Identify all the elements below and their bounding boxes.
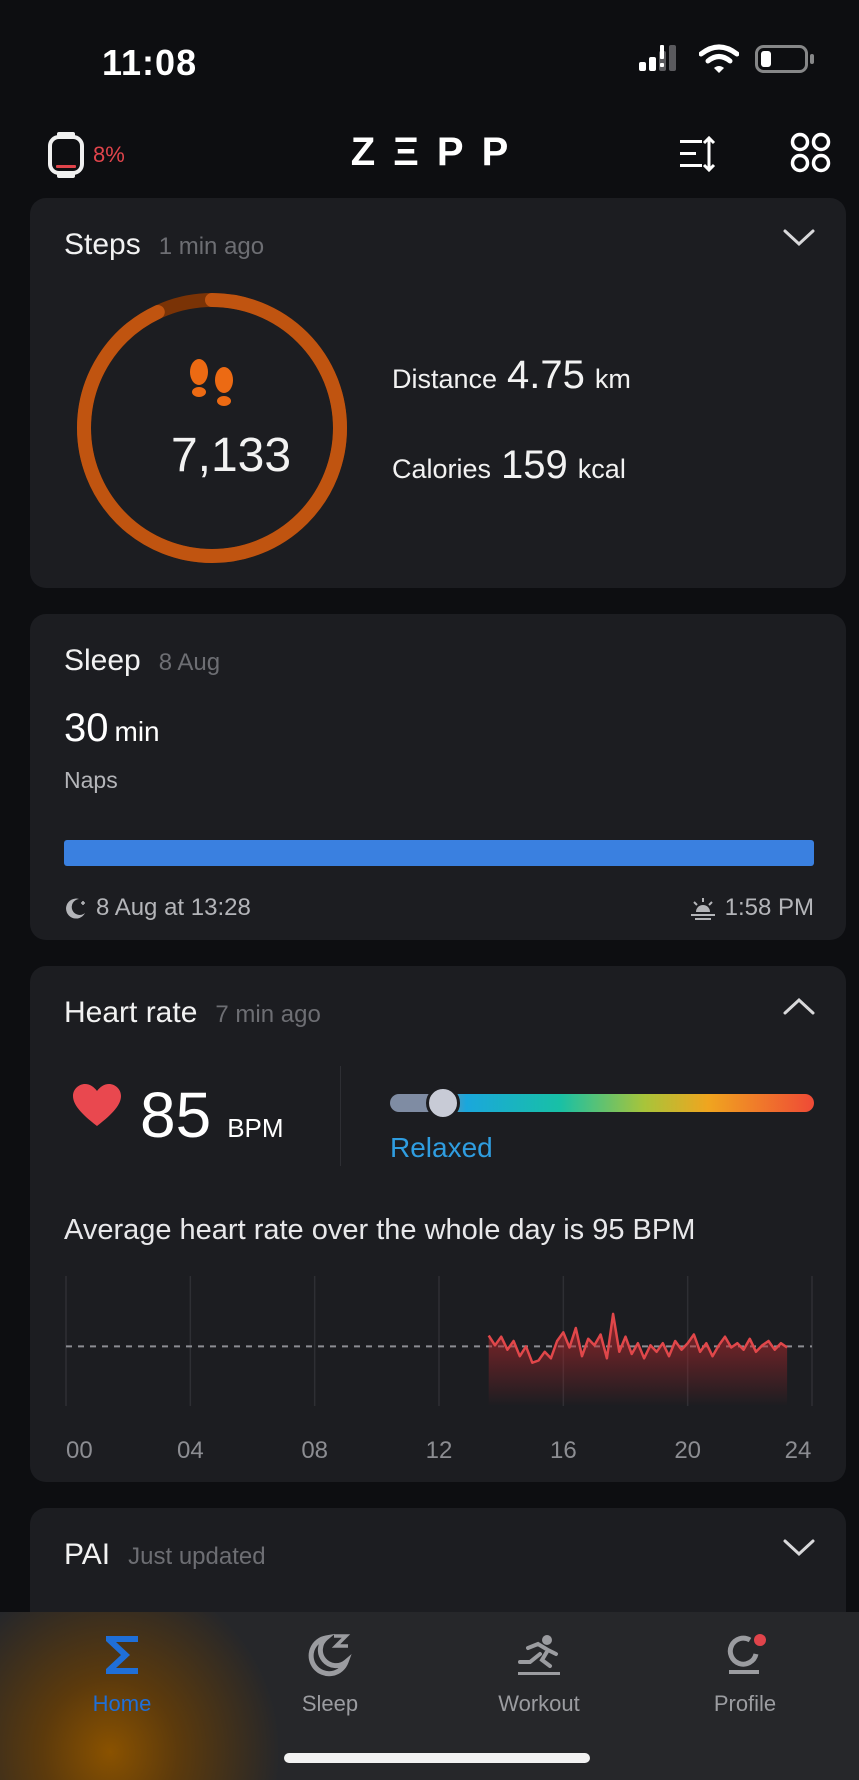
status-bar: 11:08 [0,0,859,120]
heart-rate-card[interactable]: Heart rate 7 min ago 85 BPM Relaxed Aver… [30,966,846,1482]
status-icons [639,44,815,74]
distance-unit: km [594,364,631,394]
distance-value: 4.75 [507,353,585,397]
tab-sleep[interactable]: Sleep [245,1632,415,1717]
home-sigma-icon [106,1636,138,1674]
x-axis-tick-label: 12 [426,1437,453,1464]
steps-title: Steps [64,228,141,261]
cellular-signal-icon [639,45,676,71]
heart-rate-reading: 85 BPM [140,1078,284,1152]
sleep-card-header: Sleep 8 Aug [64,644,220,678]
heart-icon [73,1084,121,1126]
app-header: 8% ZΞPP [0,120,859,200]
pai-card-header: PAI Just updated [64,1538,266,1572]
heart-rate-area [488,1313,788,1406]
x-axis-tick-label: 00 [66,1437,93,1464]
heart-rate-average-text: Average heart rate over the whole day is… [64,1214,696,1246]
sleep-title: Sleep [64,644,141,677]
calories-unit: kcal [577,454,626,484]
pai-title: PAI [64,1538,111,1571]
calories-label: Calories [392,454,492,484]
chevron-down-icon[interactable] [782,1538,816,1558]
tab-profile[interactable]: Profile [660,1632,830,1717]
heart-rate-updated: 7 min ago [215,1001,321,1028]
wifi-icon [699,44,739,73]
distance-label: Distance [392,364,498,394]
calories-metric: Calories 159 kcal [392,443,626,488]
sleep-duration-value: 30 [64,706,109,750]
steps-card-header: Steps 1 min ago [64,228,264,262]
chevron-down-icon[interactable] [782,228,816,248]
divider [340,1066,341,1166]
x-axis-tick-label: 20 [674,1437,701,1464]
home-indicator [284,1753,590,1763]
tab-profile-label: Profile [713,1691,777,1716]
heart-rate-zone-label: Relaxed [390,1132,493,1163]
sleep-duration: 30 min [64,706,160,751]
tab-home-label: Home [92,1691,152,1716]
sleep-start-time: 8 Aug at 13:28 [96,894,251,921]
sunrise-icon [690,898,715,920]
tab-workout-label: Workout [498,1691,580,1716]
sleep-moon-icon [308,1633,352,1677]
heart-rate-zone-indicator [426,1086,460,1120]
sort-cards-icon[interactable] [678,134,718,174]
chevron-up-icon[interactable] [782,996,816,1016]
steps-count: 7,133 [170,429,292,482]
x-axis-tick-label: 04 [177,1437,204,1464]
heart-rate-unit: BPM [227,1113,284,1143]
running-icon [518,1635,560,1675]
x-axis-tick-label: 16 [550,1437,577,1464]
tab-workout[interactable]: Workout [454,1632,624,1717]
steps-card[interactable]: Steps 1 min ago 7,133 Distance 4.75 km C… [30,198,846,588]
x-axis-tick-label: 24 [785,1437,812,1464]
pai-updated: Just updated [128,1543,266,1570]
battery-icon [755,45,814,73]
steps-updated: 1 min ago [158,233,265,260]
status-time: 11:08 [102,42,198,83]
sleep-timeline-bar [64,840,814,866]
profile-icon [727,1634,766,1674]
sleep-end-time: 1:58 PM [724,894,814,921]
sleep-end: 1:58 PM [689,894,814,922]
sleep-card[interactable]: Sleep 8 Aug 30 min Naps 8 Aug at 13:28 1… [30,614,846,940]
heart-rate-chart[interactable]: 00 04 08 12 16 20 24 [64,1276,814,1466]
sleep-start: 8 Aug at 13:28 [64,894,251,922]
apps-grid-icon[interactable] [790,132,832,174]
footsteps-icon [190,359,233,406]
sleep-type: Naps [64,767,118,793]
distance-metric: Distance 4.75 km [392,353,631,398]
heart-rate-value: 85 [140,1079,212,1151]
tab-home[interactable]: Home [37,1632,207,1717]
x-axis-tick-label: 08 [301,1437,328,1464]
heart-rate-card-header: Heart rate 7 min ago [64,996,321,1030]
sleep-duration-unit: min [114,716,160,747]
zepp-logo: ZΞPP [350,130,527,174]
heart-rate-title: Heart rate [64,996,198,1029]
tab-sleep-label: Sleep [301,1691,359,1716]
calories-value: 159 [501,443,568,487]
sleep-date: 8 Aug [158,649,221,676]
moon-icon [66,898,85,919]
